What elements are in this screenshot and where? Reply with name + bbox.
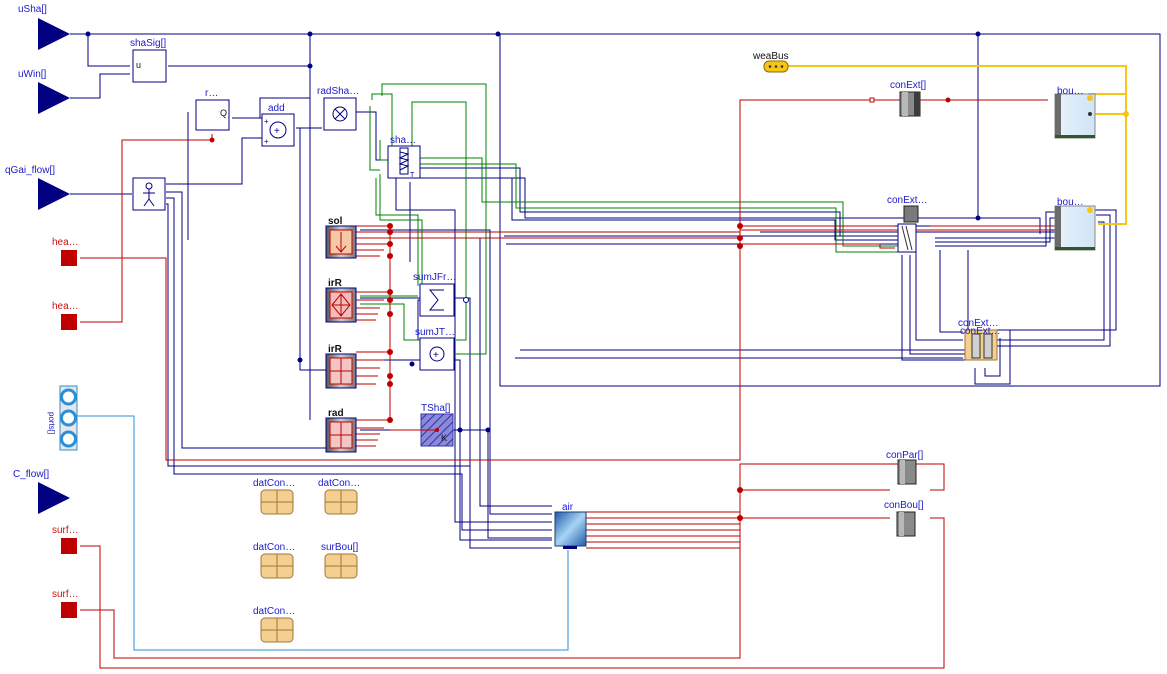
fluid-ports-vector[interactable] xyxy=(59,385,78,451)
heat-port-hea1[interactable] xyxy=(61,250,77,266)
label-bou1: bou… xyxy=(1057,86,1084,97)
label-conExt1: conExt[] xyxy=(890,80,927,91)
label-rad: rad xyxy=(328,408,344,419)
block-air[interactable] xyxy=(554,511,587,549)
record-datCon4[interactable] xyxy=(260,617,294,643)
label-irR1: irR xyxy=(328,278,342,289)
label-conExt2: conExt… xyxy=(887,195,928,206)
modelica-diagram: + + + T + xyxy=(38,18,1161,669)
block-sumJT[interactable]: + xyxy=(419,337,455,371)
block-occupancy[interactable] xyxy=(132,177,166,211)
block-add[interactable]: + + + xyxy=(261,113,295,147)
label-shaSig: shaSig[] xyxy=(130,38,167,49)
input-qGai-flow[interactable] xyxy=(38,178,70,210)
record-datCon2[interactable] xyxy=(324,489,358,515)
record-datCon1[interactable] xyxy=(260,489,294,515)
fluid-connections xyxy=(76,415,569,651)
label-ports: ports[] xyxy=(47,412,56,435)
input-C-flow[interactable] xyxy=(38,482,70,514)
weather-bus-connector[interactable] xyxy=(763,60,789,73)
record-datCon3[interactable] xyxy=(260,553,294,579)
label-sumJT: sumJT… xyxy=(415,327,455,338)
block-conPar[interactable] xyxy=(897,459,917,485)
label-add: add xyxy=(268,103,285,114)
heat-port-surf1[interactable] xyxy=(61,538,77,554)
signal-connections xyxy=(70,33,1161,549)
label-weaBus: weaBus xyxy=(753,51,789,62)
label-conBou: conBou[] xyxy=(884,500,924,511)
label-radSha: radSha… xyxy=(317,86,360,97)
label-bou2: bou… xyxy=(1057,197,1084,208)
label-datCon3: datCon… xyxy=(253,542,296,553)
svg-text:+: + xyxy=(264,117,269,126)
label-irR2: irR xyxy=(328,344,342,355)
label-sol: sol xyxy=(328,216,343,227)
block-bou2[interactable] xyxy=(1054,205,1096,251)
input-uWin[interactable] xyxy=(38,82,70,114)
label-air: air xyxy=(562,502,574,513)
block-TSha[interactable] xyxy=(420,413,454,447)
label-surf2: surf… xyxy=(52,589,79,600)
label-sumJFr: sumJFr… xyxy=(413,272,457,283)
label-datCon4: datCon… xyxy=(253,606,296,617)
input-uSha[interactable] xyxy=(38,18,70,50)
block-conBou[interactable] xyxy=(896,511,916,537)
label-uWin: uWin[] xyxy=(18,69,47,80)
block-sumJFr[interactable] xyxy=(419,283,469,317)
label-datCon1: datCon… xyxy=(253,478,296,489)
label-qGai-flow: qGai_flow[] xyxy=(5,165,56,176)
block-bou1[interactable] xyxy=(1054,93,1096,139)
label-surBou: surBou[] xyxy=(321,542,359,553)
label-hea2: hea… xyxy=(52,301,79,312)
label-datCon2: datCon… xyxy=(318,478,361,489)
block-radSha[interactable] xyxy=(323,97,357,131)
label-hea1: hea… xyxy=(52,237,79,248)
block-conExt2[interactable] xyxy=(897,205,919,253)
svg-text:+: + xyxy=(264,137,269,146)
label-conExt4: conExt… xyxy=(960,326,1001,337)
heat-port-hea2[interactable] xyxy=(61,314,77,330)
label-conPar: conPar[] xyxy=(886,450,924,461)
block-conExt1[interactable] xyxy=(869,91,921,117)
label-uSha: uSha[] xyxy=(18,4,47,15)
label-C-flow: C_flow[] xyxy=(13,469,50,480)
block-sha[interactable]: T xyxy=(387,145,421,179)
label-r: r… xyxy=(205,88,219,99)
record-surBou[interactable] xyxy=(324,553,358,579)
label-sha: sha… xyxy=(390,135,417,146)
label-shaSig-inner: u xyxy=(136,60,142,70)
label-TSha-inner: K xyxy=(441,433,448,443)
heat-port-surf2[interactable] xyxy=(61,602,77,618)
block-irR-1[interactable] xyxy=(325,287,357,323)
label-TSha: TSha[] xyxy=(421,403,451,414)
block-irR-2[interactable] xyxy=(325,353,357,389)
svg-text:T: T xyxy=(410,172,415,179)
label-r-inner: Q xyxy=(220,108,228,118)
svg-text:+: + xyxy=(274,126,280,137)
block-rad[interactable] xyxy=(325,417,357,453)
block-sol[interactable] xyxy=(325,225,357,259)
svg-text:+: + xyxy=(433,350,439,361)
label-surf1: surf… xyxy=(52,525,79,536)
